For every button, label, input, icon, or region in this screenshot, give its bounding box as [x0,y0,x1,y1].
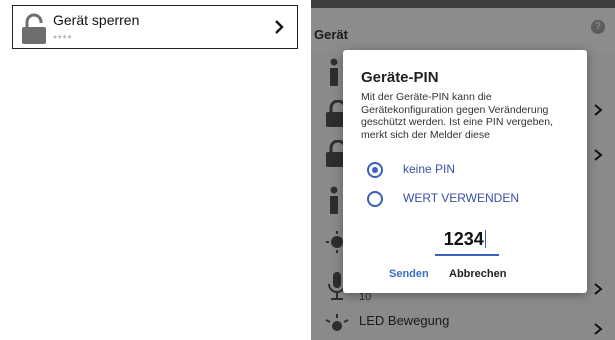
chevron-right-icon [594,323,603,335]
device-lock-title: Gerät sperren [53,12,140,28]
info-icon [330,58,338,86]
device-lock-value: **** [53,34,73,45]
help-icon[interactable]: ? [591,20,605,34]
radio-use-value[interactable] [367,191,383,207]
text-caret [484,230,487,248]
lock-open-icon [22,13,46,44]
chevron-right-icon [594,104,603,116]
stage: Gerät sperren **** Gerät ? 10 LED Bewegu… [0,0,615,340]
send-button[interactable]: Senden [389,268,429,280]
chevron-right-icon [594,149,603,161]
led-motion-label[interactable]: LED Bewegung [359,313,449,328]
device-lock-item[interactable]: Gerät sperren **** [12,5,298,49]
cancel-button[interactable]: Abbrechen [449,268,506,280]
pin-input[interactable]: 1234 [433,229,497,250]
radio-no-pin[interactable] [367,162,383,178]
chevron-right-icon [594,283,603,295]
status-bar [311,0,615,8]
radio-use-value-label[interactable]: WERT VERWENDEN [403,191,519,205]
dialog-title: Geräte-PIN [361,69,439,86]
pin-value: 1234 [443,229,484,249]
app-header [311,8,615,52]
chevron-right-icon [275,20,284,34]
pin-input-underline [435,254,499,256]
radio-no-pin-label[interactable]: keine PIN [403,162,455,176]
info-icon [330,186,338,214]
dialog-message: Mit der Geräte-PIN kann die Gerätekonfig… [361,91,554,141]
motion-led-icon [325,314,349,331]
pin-dialog: Geräte-PIN Mit der Geräte-PIN kann die G… [343,50,587,293]
page-title: Gerät [314,27,348,42]
